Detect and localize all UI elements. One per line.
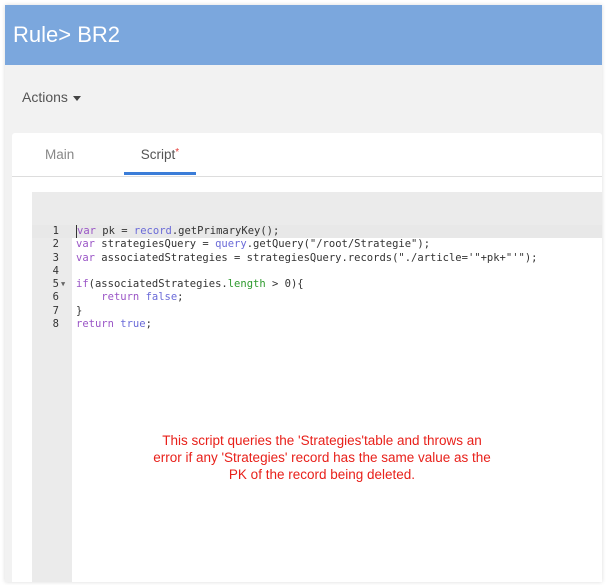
- code-line[interactable]: 8 return true;: [32, 318, 602, 331]
- tab-label: Script: [140, 147, 176, 162]
- code-text: var pk = record.getPrimaryKey();: [76, 225, 280, 239]
- modified-marker: *: [175, 147, 180, 158]
- code-text: var associatedStrategies = strategiesQue…: [76, 251, 538, 264]
- line-number: 4: [52, 264, 59, 277]
- line-number: 8: [52, 318, 59, 331]
- annotation-text: This script queries the 'Strategies'tabl…: [153, 433, 491, 482]
- code-line[interactable]: 6 return false;: [32, 291, 602, 304]
- rule-card: Main Script* 1 var pk = record.getPrimary…: [12, 133, 602, 582]
- app-window: Rule> BR2 Actions Main Script* 1 var pk =…: [5, 5, 602, 582]
- line-number: 2: [52, 238, 59, 251]
- actions-label: Actions: [22, 89, 68, 105]
- code-text: }: [76, 304, 83, 317]
- code-text: return false;: [101, 291, 184, 304]
- line-number: 6: [52, 291, 59, 304]
- tab-script[interactable]: Script*: [124, 147, 196, 175]
- caret-down-icon: [72, 95, 81, 101]
- code-line[interactable]: 2 var strategiesQuery = query.getQuery("/…: [32, 238, 602, 251]
- line-number: 3: [52, 251, 59, 264]
- code-line[interactable]: 5 ▼ if(associatedStrategies.length > 0){: [32, 278, 602, 291]
- code-line[interactable]: 4: [32, 265, 602, 278]
- editor-toolbar-band: [32, 192, 602, 225]
- line-number: 5: [52, 278, 59, 291]
- code-lines[interactable]: 1 var pk = record.getPrimaryKey(); 2 var st…: [32, 225, 602, 331]
- line-number: 7: [52, 304, 59, 317]
- code-line[interactable]: 1 var pk = record.getPrimaryKey();: [32, 225, 602, 239]
- active-tab-indicator: [124, 172, 196, 175]
- line-number: 1: [52, 225, 59, 237]
- tab-label: Main: [45, 147, 75, 162]
- code-text: if(associatedStrategies.length > 0){: [76, 278, 304, 291]
- code-text: var strategiesQuery = query.getQuery("/r…: [76, 238, 431, 251]
- script-editor[interactable]: 1 var pk = record.getPrimaryKey(); 2 var st…: [32, 192, 602, 582]
- tab-bar: Main Script*: [12, 133, 602, 177]
- tab-main[interactable]: Main: [45, 147, 74, 162]
- page-title: Rule> BR2: [5, 5, 602, 65]
- code-line[interactable]: 7}: [32, 305, 602, 318]
- code-text: return true;: [76, 318, 152, 331]
- code-line[interactable]: 3 var associatedStrategies = strategiesQu…: [32, 252, 602, 265]
- fold-arrow-icon[interactable]: ▼: [61, 278, 65, 291]
- actions-dropdown[interactable]: Actions: [22, 89, 81, 105]
